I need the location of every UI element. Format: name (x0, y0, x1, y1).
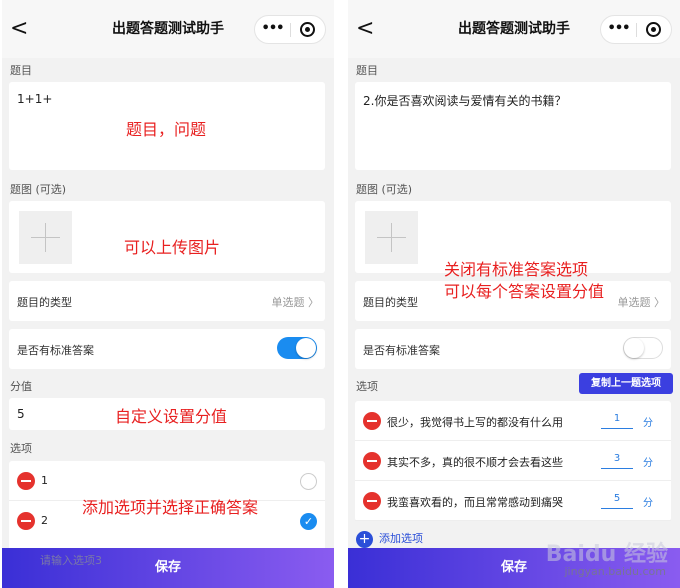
annotation-score: 自定义设置分值 (115, 407, 228, 426)
page-title: 出题答题测试助手 (458, 21, 570, 37)
list-item: 其实不多，真的很不顺才会去看这些 3 分 (355, 441, 671, 481)
option-score-unit: 分 (643, 458, 653, 469)
new-option-input[interactable]: 请输入选项3 (40, 552, 102, 568)
annotation-line2: 可以每个答案设置分值 (444, 282, 605, 301)
options-label: 选项 (356, 380, 378, 393)
list-item: 很少，我觉得书上写的都没有什么用 1 分 (355, 401, 671, 441)
options-label: 选项 (10, 442, 32, 455)
option-score-unit: 分 (643, 418, 653, 429)
toggle-knob (296, 338, 316, 358)
question-type-row[interactable]: 题目的类型 单选题 〉 (9, 281, 325, 321)
nav-bar: < 出题答题测试助手 ••• (2, 0, 334, 58)
annotation-options: 添加选项并选择正确答案 (82, 498, 259, 517)
list-item: 我蛮喜欢看的，而且常常感动到痛哭 5 分 (355, 481, 671, 521)
question-text: 2.你是否喜欢阅读与爱情有关的书籍？ (363, 94, 567, 108)
standard-answer-label: 是否有标准答案 (363, 344, 440, 357)
close-target-icon[interactable] (300, 22, 315, 37)
option-score-input[interactable]: 3 (601, 453, 633, 469)
image-label: 题图 (可选) (356, 183, 413, 196)
standard-answer-row: 是否有标准答案 (355, 329, 671, 369)
option-score-unit: 分 (643, 498, 653, 509)
more-icon[interactable]: ••• (255, 16, 290, 43)
right-screen: < 出题答题测试助手 ••• 题目 2.你是否喜欢阅读与爱情有关的书籍？ 题图 … (348, 0, 680, 588)
page-title: 出题答题测试助手 (112, 21, 224, 37)
add-image-icon[interactable] (365, 211, 418, 264)
option-text[interactable]: 我蛮喜欢看的，而且常常感动到痛哭 (387, 494, 589, 510)
remove-option-icon[interactable] (17, 472, 35, 490)
option-score-input[interactable]: 5 (601, 493, 633, 509)
nav-bar: < 出题答题测试助手 ••• (348, 0, 680, 58)
more-icon[interactable]: ••• (601, 16, 636, 43)
options-list: 很少，我觉得书上写的都没有什么用 1 分 其实不多，真的很不顺才会去看这些 3 … (355, 401, 671, 521)
close-target-icon[interactable] (646, 22, 661, 37)
option-text[interactable]: 2 (41, 514, 48, 527)
question-type-value: 单选题 〉 (618, 294, 666, 310)
mini-program-capsule: ••• (254, 15, 326, 44)
standard-answer-toggle[interactable] (277, 337, 317, 359)
remove-option-icon[interactable] (363, 452, 381, 470)
add-option-label: 添加选项 (379, 532, 423, 545)
remove-option-icon[interactable] (363, 412, 381, 430)
image-label: 题图 (可选) (10, 183, 67, 196)
question-type-label: 题目的类型 (17, 296, 72, 309)
question-label: 题目 (10, 64, 32, 77)
standard-answer-toggle[interactable] (623, 337, 663, 359)
question-type-label: 题目的类型 (363, 296, 418, 309)
annotation-line1: 关闭有标准答案选项 (444, 260, 589, 279)
remove-option-icon[interactable] (17, 512, 35, 530)
checkmark-icon[interactable]: ✓ (300, 513, 317, 530)
correct-answer-radio[interactable] (300, 473, 317, 490)
score-label: 分值 (10, 380, 32, 393)
chevron-right-icon: 〉 (308, 296, 319, 309)
copy-previous-options-button[interactable]: 复制上一题选项 (579, 373, 673, 394)
remove-option-icon[interactable] (363, 492, 381, 510)
option-text[interactable]: 1 (41, 474, 48, 487)
standard-answer-row: 是否有标准答案 (9, 329, 325, 369)
capsule-divider (636, 23, 637, 37)
question-type-text: 单选题 (271, 296, 305, 309)
annotation-question: 题目，问题 (126, 120, 207, 139)
question-text: 1+1+ (17, 92, 53, 106)
question-type-text: 单选题 (617, 296, 651, 309)
question-type-value: 单选题 〉 (272, 294, 320, 310)
save-label: 保存 (154, 560, 181, 575)
left-screen: < 出题答题测试助手 ••• 题目 1+1+ 题图 (可选) 题目的类型 单选题… (2, 0, 334, 588)
toggle-knob (624, 338, 644, 358)
back-icon[interactable]: < (356, 16, 380, 42)
annotation-image: 可以上传图片 (124, 238, 221, 257)
option-text[interactable]: 很少，我觉得书上写的都没有什么用 (387, 414, 589, 430)
capsule-divider (290, 23, 291, 37)
back-icon[interactable]: < (10, 16, 34, 42)
score-value: 5 (17, 407, 25, 421)
option-score-input[interactable]: 1 (601, 413, 633, 429)
standard-answer-label: 是否有标准答案 (17, 344, 94, 357)
add-option-button[interactable]: + 添加选项 (356, 530, 423, 548)
question-label: 题目 (356, 64, 378, 77)
save-label: 保存 (500, 560, 527, 575)
chevron-right-icon: 〉 (654, 296, 665, 309)
watermark: Baidu 经验 (545, 542, 668, 567)
mini-program-capsule: ••• (600, 15, 672, 44)
watermark-url: jingyan.baidu.com (564, 565, 666, 578)
add-icon: + (356, 530, 373, 548)
add-image-icon[interactable] (19, 211, 72, 264)
option-text[interactable]: 其实不多，真的很不顺才会去看这些 (387, 454, 589, 470)
question-input[interactable]: 2.你是否喜欢阅读与爱情有关的书籍？ (355, 82, 671, 170)
